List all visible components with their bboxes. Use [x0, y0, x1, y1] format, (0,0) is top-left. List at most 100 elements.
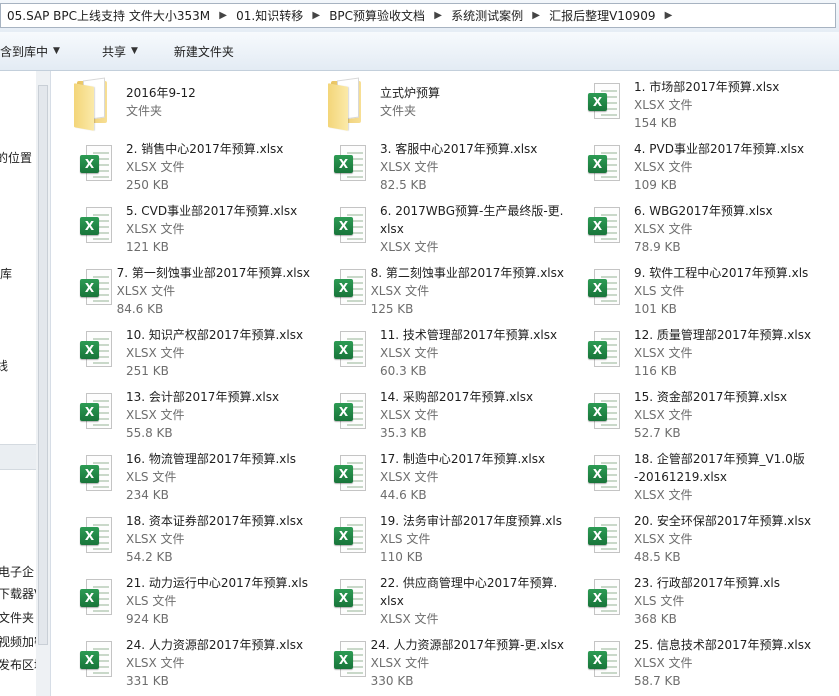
breadcrumb-5[interactable]: 汇报后整理V10909 — [543, 7, 661, 24]
share-button[interactable]: 共享 ▼ — [92, 43, 148, 60]
file-size: 60.3 KB — [380, 364, 427, 378]
file-type: XLSX 文件 — [380, 470, 439, 484]
new-folder-button[interactable]: 新建文件夹 — [164, 43, 244, 60]
excel-file-icon: X — [310, 443, 380, 505]
address-bar[interactable]: 05.SAP BPC上线支持 文件大小353M ▶ 01.知识转移 ▶ BPC预… — [0, 3, 836, 28]
file-type: XLS 文件 — [126, 470, 177, 484]
file-item[interactable]: X 5. CVD事业部2017年预算.xlsx XLSX 文件 121 KB — [56, 195, 310, 257]
file-item[interactable]: X 24. 人力资源部2017年预算-更.xlsx XLSX 文件 330 KB — [310, 629, 564, 691]
file-item[interactable]: X 3. 客服中心2017年预算.xlsx XLSX 文件 82.5 KB — [310, 133, 564, 195]
breadcrumb-1[interactable]: 05.SAP BPC上线支持 文件大小353M — [1, 7, 216, 24]
file-name: 5. CVD事业部2017年预算.xlsx — [126, 204, 298, 218]
file-meta: 13. 会计部2017年预算.xlsx XLSX 文件 55.8 KB — [126, 381, 279, 443]
chevron-right-icon[interactable]: ▶ — [309, 10, 323, 21]
file-type: XLSX 文件 — [634, 346, 693, 360]
nav-item-library[interactable]: 库 — [0, 265, 12, 282]
file-name-continued: xlsx — [380, 594, 404, 608]
file-type: 文件夹 — [126, 104, 163, 118]
file-size: 330 KB — [370, 674, 414, 688]
breadcrumb-4[interactable]: 系统测试案例 — [445, 7, 529, 24]
file-item[interactable]: X 7. 第一刻蚀事业部2017年预算.xlsx XLSX 文件 84.6 KB — [56, 257, 310, 319]
nav-item-locations[interactable]: 的位置 — [0, 149, 32, 166]
file-item[interactable]: X 18. 资本证券部2017年预算.xlsx XLSX 文件 54.2 KB — [56, 505, 310, 567]
file-type: XLS 文件 — [126, 594, 177, 608]
file-meta: 2. 销售中心2017年预算.xlsx XLSX 文件 250 KB — [126, 133, 283, 195]
file-item[interactable]: X 25. 信息技术部2017年预算.xlsx XLSX 文件 58.7 KB — [564, 629, 818, 691]
excel-file-icon: X — [564, 195, 634, 257]
excel-file-icon: X — [564, 567, 634, 629]
chevron-right-icon[interactable]: ▶ — [529, 10, 543, 21]
file-item[interactable]: X 6. WBG2017年预算.xlsx XLSX 文件 78.9 KB — [564, 195, 818, 257]
file-item[interactable]: X 24. 人力资源部2017年预算.xlsx XLSX 文件 331 KB — [56, 629, 310, 691]
file-item[interactable]: X 1. 市场部2017年预算.xlsx XLSX 文件 154 KB — [564, 71, 818, 133]
file-item[interactable]: X 6. 2017WBG预算-生产最终版-更. xlsx XLSX 文件 — [310, 195, 564, 257]
file-meta: 6. WBG2017年预算.xlsx XLSX 文件 78.9 KB — [634, 195, 773, 257]
file-item[interactable]: X 2. 销售中心2017年预算.xlsx XLSX 文件 250 KB — [56, 133, 310, 195]
file-meta: 9. 软件工程中心2017年预算.xls XLS 文件 101 KB — [634, 257, 808, 319]
file-item[interactable]: X 17. 制造中心2017年预算.xlsx XLSX 文件 44.6 KB — [310, 443, 564, 505]
file-type: XLSX 文件 — [634, 222, 693, 236]
file-item[interactable]: X 15. 资金部2017年预算.xlsx XLSX 文件 52.7 KB — [564, 381, 818, 443]
new-folder-label: 新建文件夹 — [173, 44, 234, 59]
file-item[interactable]: X 22. 供应商管理中心2017年预算. xlsx XLSX 文件 — [310, 567, 564, 629]
include-in-library-button[interactable]: 含到库中 ▼ — [0, 43, 70, 60]
file-size: 52.7 KB — [634, 426, 681, 440]
file-list: 2016年9-12 文件夹 立式炉预算 文件夹 X 1. 市场部2017年预算.xlsx X… — [56, 71, 839, 696]
file-item[interactable]: X 20. 安全环保部2017年预算.xlsx XLSX 文件 48.5 KB — [564, 505, 818, 567]
chevron-right-icon[interactable]: ▶ — [431, 10, 445, 21]
excel-file-icon: X — [564, 257, 634, 319]
excel-file-icon: X — [564, 381, 634, 443]
file-type: XLSX 文件 — [116, 284, 176, 298]
file-name: 20. 安全环保部2017年预算.xlsx — [634, 514, 812, 528]
file-item[interactable]: X 13. 会计部2017年预算.xlsx XLSX 文件 55.8 KB — [56, 381, 310, 443]
nav-item-network[interactable]: 线 — [0, 357, 8, 374]
chevron-right-icon[interactable]: ▶ — [216, 10, 230, 21]
file-name-continued: -20161219.xlsx — [634, 470, 728, 484]
file-item[interactable]: X 23. 行政部2017年预算.xls XLS 文件 368 KB — [564, 567, 818, 629]
chevron-right-icon[interactable]: ▶ — [661, 10, 675, 21]
excel-file-icon: X — [310, 195, 380, 257]
file-type: XLSX 文件 — [370, 284, 430, 298]
file-item[interactable]: X 14. 采购部2017年预算.xlsx XLSX 文件 35.3 KB — [310, 381, 564, 443]
nav-item-folder-1[interactable]: 电子企 — [0, 563, 34, 580]
file-item[interactable]: X 4. PVD事业部2017年预算.xlsx XLSX 文件 109 KB — [564, 133, 818, 195]
file-type: XLSX 文件 — [634, 160, 693, 174]
nav-scrollbar-thumb[interactable] — [38, 85, 48, 645]
folder-icon — [310, 71, 380, 133]
file-item[interactable]: X 11. 技术管理部2017年预算.xlsx XLSX 文件 60.3 KB — [310, 319, 564, 381]
file-type: XLSX 文件 — [634, 656, 693, 670]
file-size: 110 KB — [380, 550, 423, 564]
file-item[interactable]: X 12. 质量管理部2017年预算.xlsx XLSX 文件 116 KB — [564, 319, 818, 381]
excel-file-icon: X — [310, 133, 380, 195]
excel-file-icon: X — [56, 257, 117, 319]
file-meta: 24. 人力资源部2017年预算-更.xlsx XLSX 文件 330 KB — [371, 629, 564, 691]
file-size: 101 KB — [634, 302, 677, 316]
file-item[interactable]: X 8. 第二刻蚀事业部2017年预算.xlsx XLSX 文件 125 KB — [310, 257, 564, 319]
file-item[interactable]: X 21. 动力运行中心2017年预算.xls XLS 文件 924 KB — [56, 567, 310, 629]
nav-item-folder-3[interactable]: 文件夹 — [0, 609, 34, 626]
excel-file-icon: X — [310, 629, 371, 691]
file-name: 2. 销售中心2017年预算.xlsx — [126, 142, 284, 156]
excel-file-icon: X — [310, 505, 380, 567]
file-item[interactable]: 2016年9-12 文件夹 — [56, 71, 310, 133]
file-name: 13. 会计部2017年预算.xlsx — [126, 390, 280, 404]
file-name: 15. 资金部2017年预算.xlsx — [634, 390, 788, 404]
file-name: 16. 物流管理部2017年预算.xls — [126, 452, 296, 466]
file-size: 44.6 KB — [380, 488, 427, 502]
breadcrumb-3[interactable]: BPC预算验收文档 — [323, 7, 431, 24]
file-name: 立式炉预算 — [380, 86, 441, 100]
navigation-pane: 的位置 库 线 电子企 下载器V 文件夹 视频加密 发布区域 — [0, 71, 51, 696]
dropdown-arrow-icon: ▼ — [130, 46, 138, 56]
file-item[interactable]: X 19. 法务审计部2017年度预算.xls XLS 文件 110 KB — [310, 505, 564, 567]
file-item[interactable]: X 9. 软件工程中心2017年预算.xls XLS 文件 101 KB — [564, 257, 818, 319]
file-item[interactable]: X 10. 知识产权部2017年预算.xlsx XLSX 文件 251 KB — [56, 319, 310, 381]
file-type: XLSX 文件 — [634, 488, 693, 502]
file-item[interactable]: X 18. 企管部2017年预算_V1.0版 -20161219.xlsx XLSX … — [564, 443, 818, 505]
file-meta: 18. 企管部2017年预算_V1.0版 -20161219.xlsx XLSX 文… — [634, 443, 805, 505]
file-meta: 18. 资本证券部2017年预算.xlsx XLSX 文件 54.2 KB — [126, 505, 303, 567]
file-item[interactable]: 立式炉预算 文件夹 — [310, 71, 564, 133]
include-in-library-label: 含到库中 — [0, 44, 49, 59]
excel-file-icon: X — [56, 505, 126, 567]
file-item[interactable]: X 16. 物流管理部2017年预算.xls XLS 文件 234 KB — [56, 443, 310, 505]
breadcrumb-2[interactable]: 01.知识转移 — [230, 7, 309, 24]
